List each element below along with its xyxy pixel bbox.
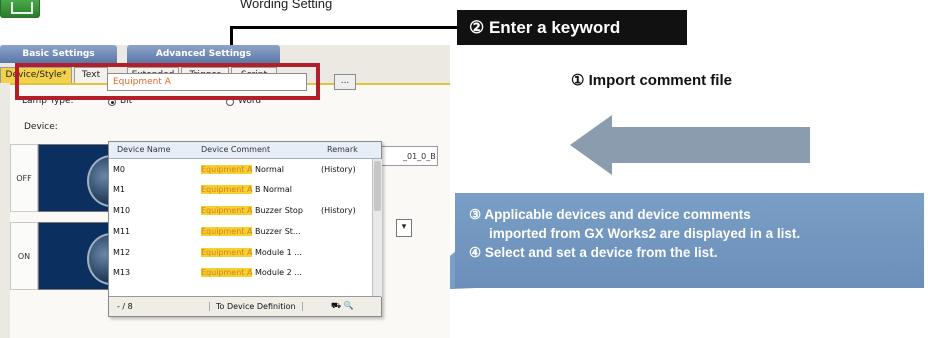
import-comment-label: ① Import comment file	[571, 72, 732, 89]
comment-match: Equipment A	[201, 165, 253, 174]
comment-match: Equipment A	[201, 227, 253, 236]
list-item[interactable]: M10 Equipment A Buzzer Stop (History)	[109, 202, 373, 221]
list-item[interactable]: M13 Equipment A Module 2 ...	[109, 264, 373, 283]
state-off-label: OFF	[10, 144, 38, 212]
device-remark: (History)	[321, 165, 356, 174]
device-list-scrollbar[interactable]	[372, 159, 382, 297]
right-text-field: _01_0_B	[380, 146, 438, 166]
info-line-2: imported from GX Works2 are displayed in…	[489, 226, 801, 241]
device-comment: Equipment A Module 2 ...	[201, 268, 302, 277]
device-comment: Equipment A Normal	[201, 165, 284, 174]
info-panel: ③ Applicable devices and device comments…	[455, 193, 924, 288]
device-comment: Equipment A Buzzer St...	[201, 227, 301, 236]
comment-match: Equipment A	[201, 185, 253, 194]
device-name: M1	[113, 185, 125, 194]
search-icon[interactable]: ⛟ 🔍	[331, 301, 354, 311]
tab-group-basic[interactable]: Basic Settings	[0, 45, 117, 63]
comment-rest: Module 1 ...	[252, 248, 302, 257]
device-name: M10	[113, 206, 131, 215]
comment-rest: Module 2 ...	[252, 268, 302, 277]
comment-match: Equipment A	[201, 206, 253, 215]
info-line-1: ③ Applicable devices and device comments	[469, 207, 751, 222]
list-item[interactable]: M11 Equipment A Buzzer St...	[109, 223, 373, 242]
info-line-3: ④ Select and set a device from the list.	[469, 245, 718, 260]
browse-button[interactable]: ...	[334, 74, 356, 90]
device-comment: Equipment A B Normal	[201, 185, 292, 194]
connector-line-h	[230, 26, 457, 29]
comment-rest: Normal	[252, 165, 284, 174]
col-device-name[interactable]: Device Name	[117, 145, 171, 154]
device-comment: Equipment A Buzzer Stop	[201, 206, 303, 215]
device-name: M12	[113, 248, 131, 257]
device-list-popup: Device Name Device Comment Remark M0 Equ…	[108, 141, 382, 317]
combo-arrow[interactable]: ▾	[396, 219, 412, 237]
col-remark[interactable]: Remark	[327, 145, 358, 154]
list-item[interactable]: M0 Equipment A Normal (History)	[109, 161, 373, 180]
lamp-off-preview	[38, 144, 110, 212]
device-name: M0	[113, 165, 125, 174]
highlight-frame	[15, 63, 320, 100]
state-on-label: ON	[10, 222, 38, 290]
tab-group-advanced[interactable]: Advanced Settings	[127, 45, 280, 63]
list-item[interactable]: M1 Equipment A B Normal	[109, 181, 373, 200]
comment-rest: Buzzer Stop	[252, 206, 303, 215]
top-text: Wording Setting	[240, 0, 333, 11]
device-remark: (History)	[321, 206, 356, 215]
comment-match: Equipment A	[201, 268, 253, 277]
scrollbar-thumb[interactable]	[374, 161, 381, 211]
list-count: - / 8	[117, 302, 133, 311]
device-list-footer: - / 8 To Device Definition ⛟ 🔍	[109, 296, 381, 316]
device-name: M13	[113, 268, 131, 277]
to-device-definition-button[interactable]: To Device Definition	[209, 302, 303, 311]
list-item[interactable]: M12 Equipment A Module 1 ...	[109, 244, 373, 263]
device-label: Device:	[24, 122, 58, 132]
device-comment: Equipment A Module 1 ...	[201, 248, 302, 257]
comment-rest: B Normal	[252, 185, 292, 194]
enter-keyword-callout: ② Enter a keyword	[457, 10, 687, 45]
app-icon	[0, 0, 40, 18]
col-device-comment[interactable]: Device Comment	[201, 145, 270, 154]
device-list-header: Device Name Device Comment Remark	[109, 142, 381, 159]
comment-rest: Buzzer St...	[252, 227, 301, 236]
device-name: M11	[113, 227, 131, 236]
left-arrow-icon	[570, 115, 810, 175]
lamp-on-preview	[38, 222, 110, 290]
comment-match: Equipment A	[201, 248, 253, 257]
